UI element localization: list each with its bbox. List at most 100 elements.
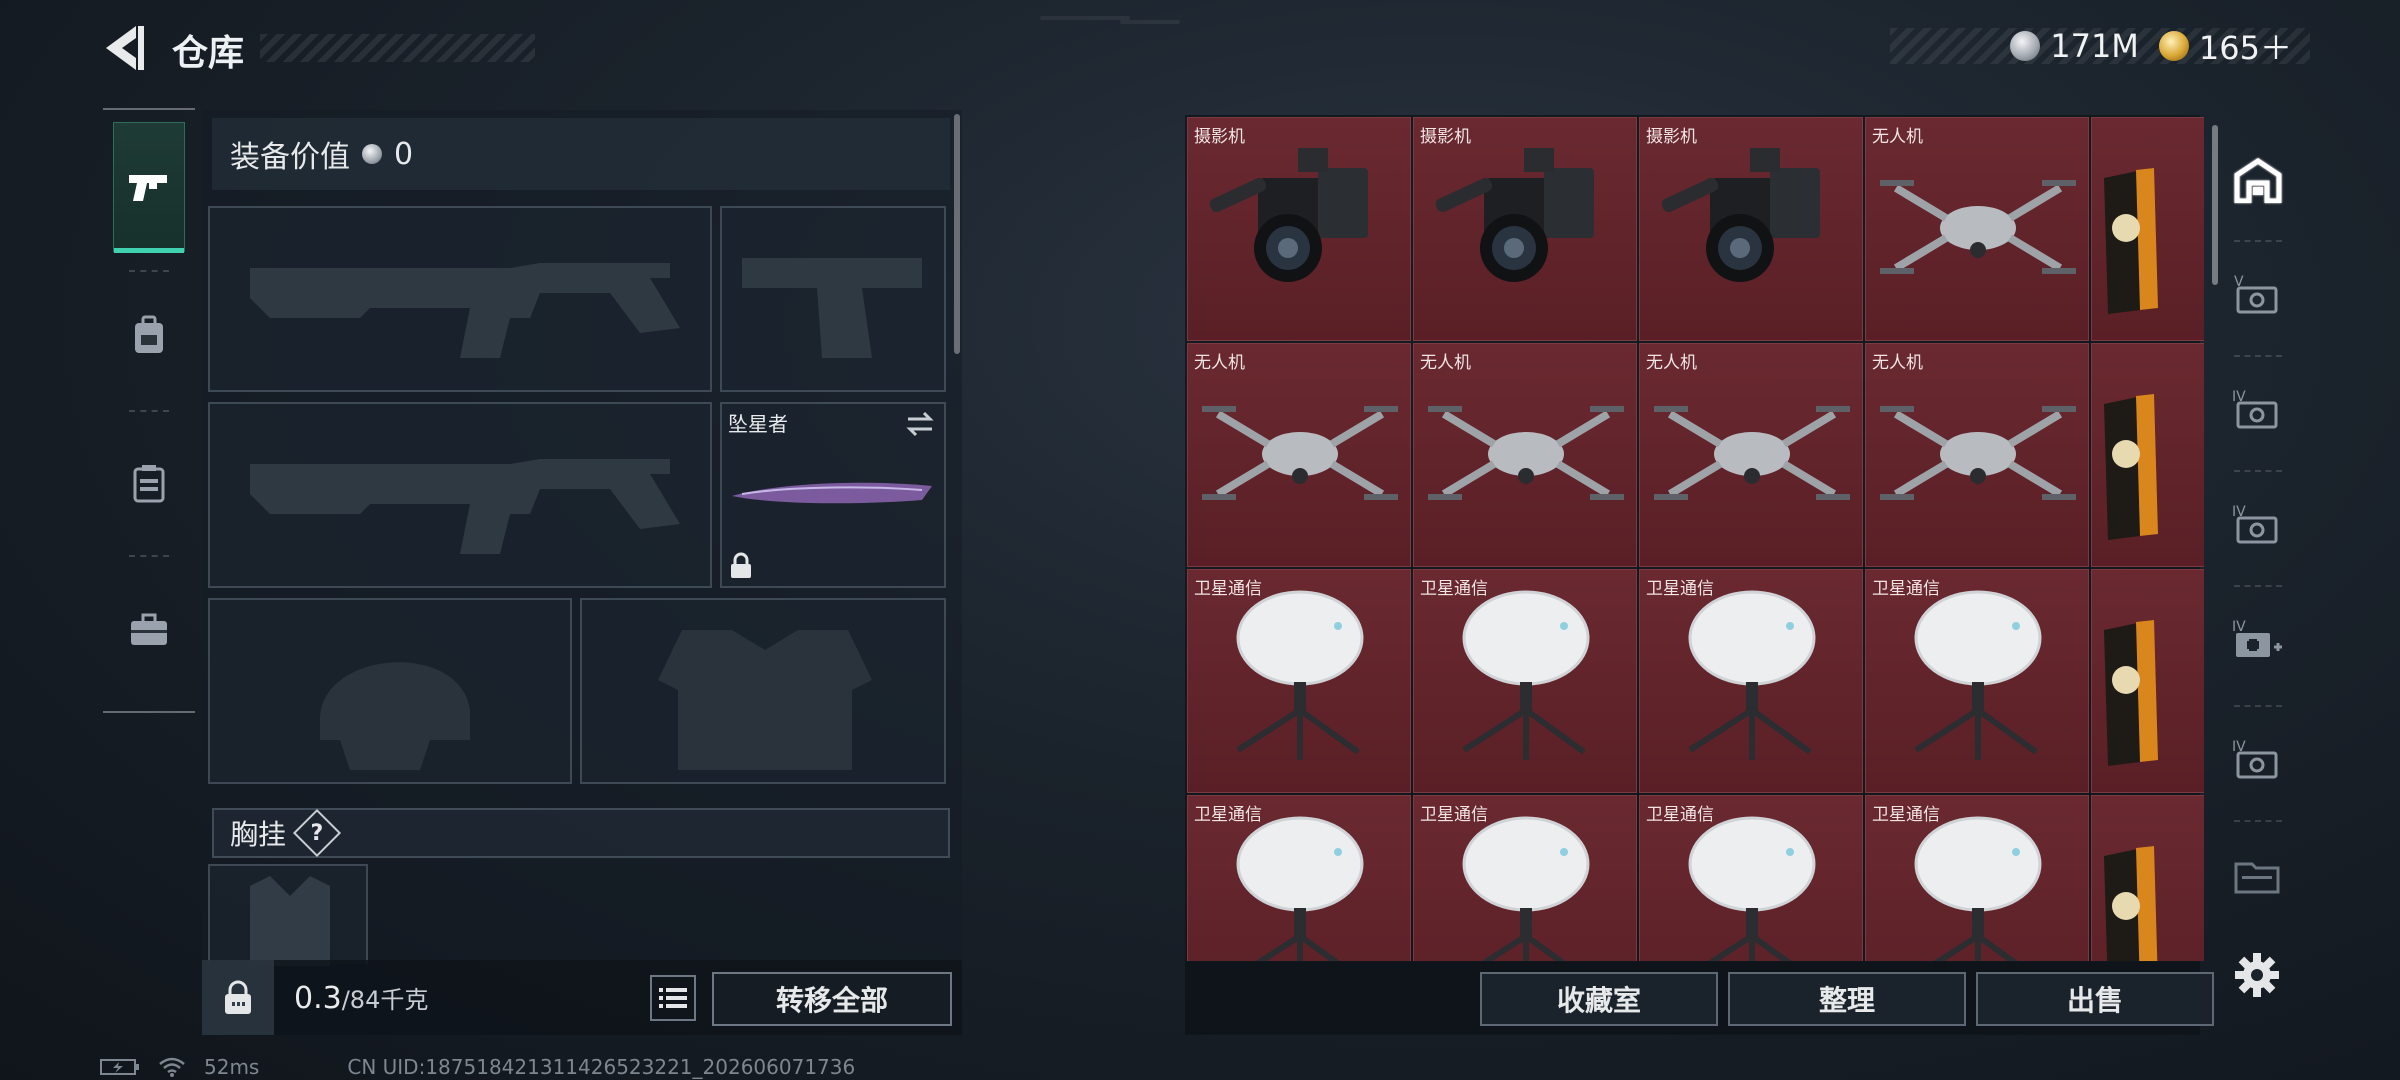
tab-storage-iv-2[interactable]: IV <box>2224 470 2292 580</box>
tab-storage-iv-add[interactable]: IV <box>2224 585 2292 695</box>
back-arrow-icon[interactable] <box>100 22 148 74</box>
collection-room-button[interactable]: 收藏室 <box>1480 972 1718 1026</box>
weight-display: 0.3/84千克 <box>294 980 428 1016</box>
tab-toolbox[interactable] <box>113 565 185 695</box>
satellite-dish-icon <box>1688 590 1816 760</box>
chest-rig-silhouette-icon <box>250 876 330 966</box>
camera-icon <box>1661 148 1820 282</box>
storage-item-name: 摄影机 <box>1646 127 1697 147</box>
tab-storage-iv-3[interactable]: IV <box>2224 705 2292 815</box>
storage-item-cell[interactable]: 无人机 <box>1865 117 2089 341</box>
storage-item-cell[interactable]: 高级咖啡豆 <box>2091 795 2204 961</box>
storage-item-name: 卫星通信 <box>1646 805 1714 825</box>
storage-item-name: 无人机 <box>1194 353 1245 373</box>
silver-coin-icon <box>362 144 382 164</box>
help-symbol: ? <box>310 820 324 846</box>
currency-silver-value: 171M <box>2050 27 2139 65</box>
list-icon <box>659 988 687 1008</box>
gold-coin-icon <box>2158 31 2189 61</box>
storage-item-cell[interactable]: 摄影机 <box>1187 117 1411 341</box>
melee-slot[interactable]: 坠星者 <box>720 402 946 588</box>
storage-item-cell[interactable]: 卫星通信 <box>1187 569 1411 793</box>
storage-item-name: 摄影机 <box>1194 127 1245 147</box>
list-view-button[interactable] <box>650 975 696 1021</box>
storage-iv-icon: IV <box>2232 504 2278 544</box>
drone-icon <box>1880 180 2076 274</box>
storage-item-cell[interactable]: 无人机 <box>1413 343 1637 567</box>
primary-weapon-slot-1[interactable] <box>208 206 712 392</box>
tab-chest-rig[interactable] <box>113 418 185 548</box>
equipment-scrollbar[interactable] <box>954 114 960 354</box>
equipment-value: 0 <box>394 136 414 172</box>
category-tabs <box>103 108 195 713</box>
storage-item-cell[interactable]: 无人机 <box>1639 343 1863 567</box>
coffee-bag-icon <box>2104 168 2158 314</box>
storage-item-cell[interactable]: 高级咖啡豆 <box>2091 569 2204 793</box>
sidearm-slot[interactable] <box>720 206 946 392</box>
settings-gear-icon[interactable] <box>2232 950 2282 1000</box>
coffee-bag-icon <box>2104 620 2158 766</box>
storage-item-name: 卫星通信 <box>1194 805 1262 825</box>
storage-item-name: 卫星通信 <box>1420 579 1488 599</box>
drone-icon <box>1654 406 1850 500</box>
currency-gold[interactable]: 165＋ <box>2158 23 2292 69</box>
storage-v-icon: V <box>2234 274 2278 314</box>
backpack-icon <box>135 315 163 353</box>
storage-item-cell[interactable]: 卫星通信 <box>1187 795 1411 961</box>
currency-bar: 171M 165＋ <box>1890 27 2310 67</box>
storage-item-cell[interactable]: 摄影机 <box>1639 117 1863 341</box>
storage-scrollbar[interactable] <box>2212 125 2218 285</box>
coffee-bag-icon <box>2104 394 2158 540</box>
armor-slot[interactable] <box>580 598 946 784</box>
chest-rig-slot[interactable] <box>208 864 368 966</box>
currency-gold-value: 165＋ <box>2198 29 2292 67</box>
storage-item-name: 卫星通信 <box>1646 579 1714 599</box>
storage-item-name: 卫星通信 <box>1194 579 1262 599</box>
storage-iv-icon: IV <box>2232 739 2278 779</box>
storage-item-cell[interactable]: 卫星通信 <box>1865 795 2089 961</box>
ping-value: 52ms <box>204 1055 260 1079</box>
camera-icon <box>1209 148 1368 282</box>
tab-warehouse[interactable] <box>2224 125 2292 235</box>
wifi-icon <box>159 1057 185 1077</box>
primary-weapon-slot-2[interactable] <box>208 402 712 588</box>
equipment-panel: 装备价值 0 坠星者 胸挂 ? <box>202 110 962 1035</box>
helmet-slot[interactable] <box>208 598 572 784</box>
storage-item-name: 无人机 <box>1872 353 1923 373</box>
storage-iv-icon: IV <box>2232 389 2278 429</box>
storage-item-cell[interactable]: 卫星通信 <box>1865 569 2089 793</box>
storage-item-cell[interactable]: 卫星通信 <box>1413 795 1637 961</box>
storage-item-cell[interactable]: 无人机 <box>1865 343 2089 567</box>
lock-button[interactable] <box>202 960 274 1035</box>
battery-icon <box>100 1059 139 1075</box>
organize-button[interactable]: 整理 <box>1728 972 1966 1026</box>
storage-item-cell[interactable]: 无人机 <box>1187 343 1411 567</box>
storage-item-cell[interactable]: 高级咖啡豆 <box>2091 117 2204 341</box>
storage-item-cell[interactable]: 摄影机 <box>1413 117 1637 341</box>
storage-item-name: 卫星通信 <box>1872 579 1940 599</box>
helmet-silhouette-icon <box>320 662 470 770</box>
tab-weapons[interactable] <box>113 122 185 253</box>
help-icon[interactable]: ? <box>292 808 342 858</box>
lock-icon <box>731 552 751 578</box>
tab-storage-iv-1[interactable]: IV <box>2224 355 2292 465</box>
currency-silver[interactable]: 171M <box>2010 27 2139 65</box>
tab-storage-folder[interactable] <box>2224 820 2292 930</box>
chest-rig-icon <box>133 465 165 503</box>
storage-item-cell[interactable]: 高级咖啡豆 <box>2091 343 2204 567</box>
tab-backpack[interactable] <box>113 270 185 400</box>
status-bar: 52ms CN UID:18751842131142652322​1_20260… <box>100 1055 855 1079</box>
storage-item-cell[interactable]: 卫星通信 <box>1639 795 1863 961</box>
storage-item-cell[interactable]: 卫星通信 <box>1413 569 1637 793</box>
sell-button[interactable]: 出售 <box>1976 972 2214 1026</box>
storage-iv-add-icon: IV <box>2232 619 2282 657</box>
silver-coin-icon <box>2010 31 2041 61</box>
pistol-silhouette-icon <box>742 258 922 358</box>
transfer-all-button[interactable]: 转移全部 <box>712 972 952 1026</box>
weight-capacity: /84千克 <box>341 986 429 1014</box>
storage-item-cell[interactable]: 卫星通信 <box>1639 569 1863 793</box>
storage-item-name: 无人机 <box>1872 127 1923 147</box>
tab-storage-v[interactable]: V <box>2224 240 2292 350</box>
toolbox-icon <box>131 613 167 645</box>
rifle-silhouette-icon <box>250 459 680 554</box>
